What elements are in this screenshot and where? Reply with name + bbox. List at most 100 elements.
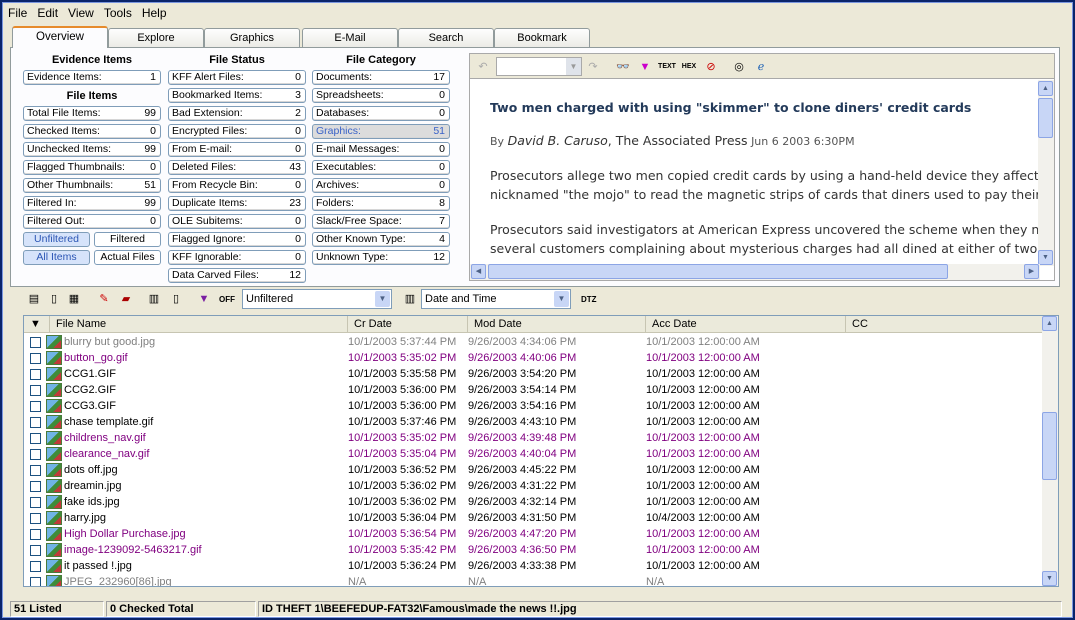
table-row[interactable]: clearance_nav.gif 10/1/2003 5:35:04 PM 9/2… [24,446,1044,462]
scroll-thumb[interactable] [1038,98,1053,138]
stat-file-status[interactable]: Bookmarked Items: 3 [168,88,306,103]
stat-filtered-in[interactable]: Filtered In: 99 [23,196,161,211]
forward-arrow-icon[interactable]: ↷ [584,58,602,76]
navigation-combo[interactable]: ▼ [496,57,582,76]
stat-other-thumbnails[interactable]: Other Thumbnails: 51 [23,178,161,193]
all-items-button[interactable]: All Items [23,250,90,265]
stat-unchecked-items[interactable]: Unchecked Items: 99 [23,142,161,157]
detail-mode-icon[interactable]: ▯ [45,290,63,308]
column-settings-icon[interactable]: ▥ [401,290,419,308]
row-checkbox[interactable] [30,385,41,396]
stat-file-status[interactable]: From Recycle Bin: 0 [168,178,306,193]
tab-graphics[interactable]: Graphics [204,28,300,47]
scroll-thumb[interactable] [1042,412,1057,480]
tab-explore[interactable]: Explore [108,28,204,47]
table-row[interactable]: blurry but good.jpg 10/1/2003 5:37:44 PM 9… [24,334,1044,350]
stat-file-category[interactable]: Archives: 0 [312,178,450,193]
filtered-button[interactable]: Filtered [94,232,161,247]
scroll-down-icon[interactable]: ▼ [1038,250,1053,265]
stat-checked-items[interactable]: Checked Items: 0 [23,124,161,139]
menu-file[interactable]: File [3,4,32,22]
scroll-thumb[interactable] [488,264,948,279]
row-checkbox[interactable] [30,433,41,444]
stat-total-file-items[interactable]: Total File Items: 99 [23,106,161,121]
tab-search[interactable]: Search [398,28,494,47]
table-row[interactable]: High Dollar Purchase.jpg 10/1/2003 5:36:5… [24,526,1044,542]
table-row[interactable]: dots off.jpg 10/1/2003 5:36:52 PM 9/26/200… [24,462,1044,478]
stat-file-status[interactable]: Duplicate Items: 23 [168,196,306,211]
column-mod-date[interactable]: Mod Date [468,316,646,333]
unfiltered-button[interactable]: Unfiltered [23,232,90,247]
row-checkbox[interactable] [30,353,41,364]
stat-file-category[interactable]: E-mail Messages: 0 [312,142,450,157]
column-cr-date[interactable]: Cr Date [348,316,468,333]
stop-icon[interactable]: ⊘ [702,58,720,76]
table-row[interactable]: CCG1.GIF 10/1/2003 5:35:58 PM 9/26/2003 3:… [24,366,1044,382]
menu-tools[interactable]: Tools [99,4,137,22]
row-checkbox[interactable] [30,513,41,524]
row-checkbox[interactable] [30,529,41,540]
bookmark-icon[interactable]: ▰ [117,290,135,308]
table-row[interactable]: dreamin.jpg 10/1/2003 5:36:02 PM 9/26/2003… [24,478,1044,494]
stat-evidence-items[interactable]: Evidence Items: 1 [23,70,161,85]
stat-file-status[interactable]: From E-mail: 0 [168,142,306,157]
stat-file-category[interactable]: Graphics: 51 [312,124,450,139]
table-row[interactable]: it passed !.jpg 10/1/2003 5:36:24 PM 9/26/… [24,558,1044,574]
row-checkbox[interactable] [30,401,41,412]
document-icon[interactable]: ▯ [167,290,185,308]
row-checkbox[interactable] [30,337,41,348]
table-row[interactable]: JPEG_232960[86].jpg N/A N/A N/A [24,574,1044,586]
row-checkbox[interactable] [30,545,41,556]
column-acc-date[interactable]: Acc Date [646,316,846,333]
stat-file-status[interactable]: Encrypted Files: 0 [168,124,306,139]
table-row[interactable]: childrens_nav.gif 10/1/2003 5:35:02 PM 9/2… [24,430,1044,446]
stat-file-status[interactable]: Deleted Files: 43 [168,160,306,175]
export-icon[interactable]: ✎ [95,290,113,308]
stat-file-category[interactable]: Folders: 8 [312,196,450,211]
scroll-up-icon[interactable]: ▲ [1042,316,1057,331]
column-file-name[interactable]: File Name [50,316,348,333]
tab-bookmark[interactable]: Bookmark [494,28,590,47]
preview-vertical-scrollbar[interactable]: ▲ ▼ [1038,80,1054,266]
tab-email[interactable]: E-Mail [302,28,398,47]
stat-file-status[interactable]: OLE Subitems: 0 [168,214,306,229]
list-mode-icon[interactable]: ▤ [25,290,43,308]
date-format-select[interactable]: Date and Time ▼ [421,289,571,309]
browser-view-icon[interactable]: ℯ [752,58,770,76]
filter-icon[interactable]: ▼ [636,58,654,76]
stat-file-status[interactable]: KFF Alert Files: 0 [168,70,306,85]
table-row[interactable]: fake ids.jpg 10/1/2003 5:36:02 PM 9/26/200… [24,494,1044,510]
stat-file-status[interactable]: KFF Ignorable: 0 [168,250,306,265]
binoculars-icon[interactable]: 👓 [614,58,632,76]
stat-flagged-thumbnails[interactable]: Flagged Thumbnails: 0 [23,160,161,175]
dtz-button[interactable]: DTZ [581,295,597,304]
menu-view[interactable]: View [63,4,99,22]
stat-file-status[interactable]: Bad Extension: 2 [168,106,306,121]
stat-file-category[interactable]: Documents: 17 [312,70,450,85]
stat-file-category[interactable]: Slack/Free Space: 7 [312,214,450,229]
sort-icon[interactable]: ▼ [24,316,50,333]
table-row[interactable]: CCG2.GIF 10/1/2003 5:36:00 PM 9/26/2003 3:… [24,382,1044,398]
table-row[interactable]: chase template.gif 10/1/2003 5:37:46 PM 9/… [24,414,1044,430]
row-checkbox[interactable] [30,417,41,428]
tab-overview[interactable]: Overview [12,26,108,48]
scroll-left-icon[interactable]: ◀ [471,264,486,279]
stat-file-category[interactable]: Spreadsheets: 0 [312,88,450,103]
filter-select[interactable]: Unfiltered ▼ [242,289,392,309]
stat-file-category[interactable]: Other Known Type: 4 [312,232,450,247]
thumbnail-mode-icon[interactable]: ▦ [65,290,83,308]
stat-file-category[interactable]: Executables: 0 [312,160,450,175]
scroll-right-icon[interactable]: ▶ [1024,264,1039,279]
row-checkbox[interactable] [30,449,41,460]
menu-help[interactable]: Help [137,4,172,22]
stat-file-status[interactable]: Data Carved Files: 12 [168,268,306,283]
stat-file-category[interactable]: Databases: 0 [312,106,450,121]
columns-icon[interactable]: ▥ [145,290,163,308]
stat-file-status[interactable]: Flagged Ignore: 0 [168,232,306,247]
back-arrow-icon[interactable]: ↶ [474,58,492,76]
column-cc[interactable]: CC [846,316,1046,333]
row-checkbox[interactable] [30,465,41,476]
table-row[interactable]: image-1239092-5463217.gif 10/1/2003 5:35:… [24,542,1044,558]
row-checkbox[interactable] [30,369,41,380]
row-checkbox[interactable] [30,561,41,572]
